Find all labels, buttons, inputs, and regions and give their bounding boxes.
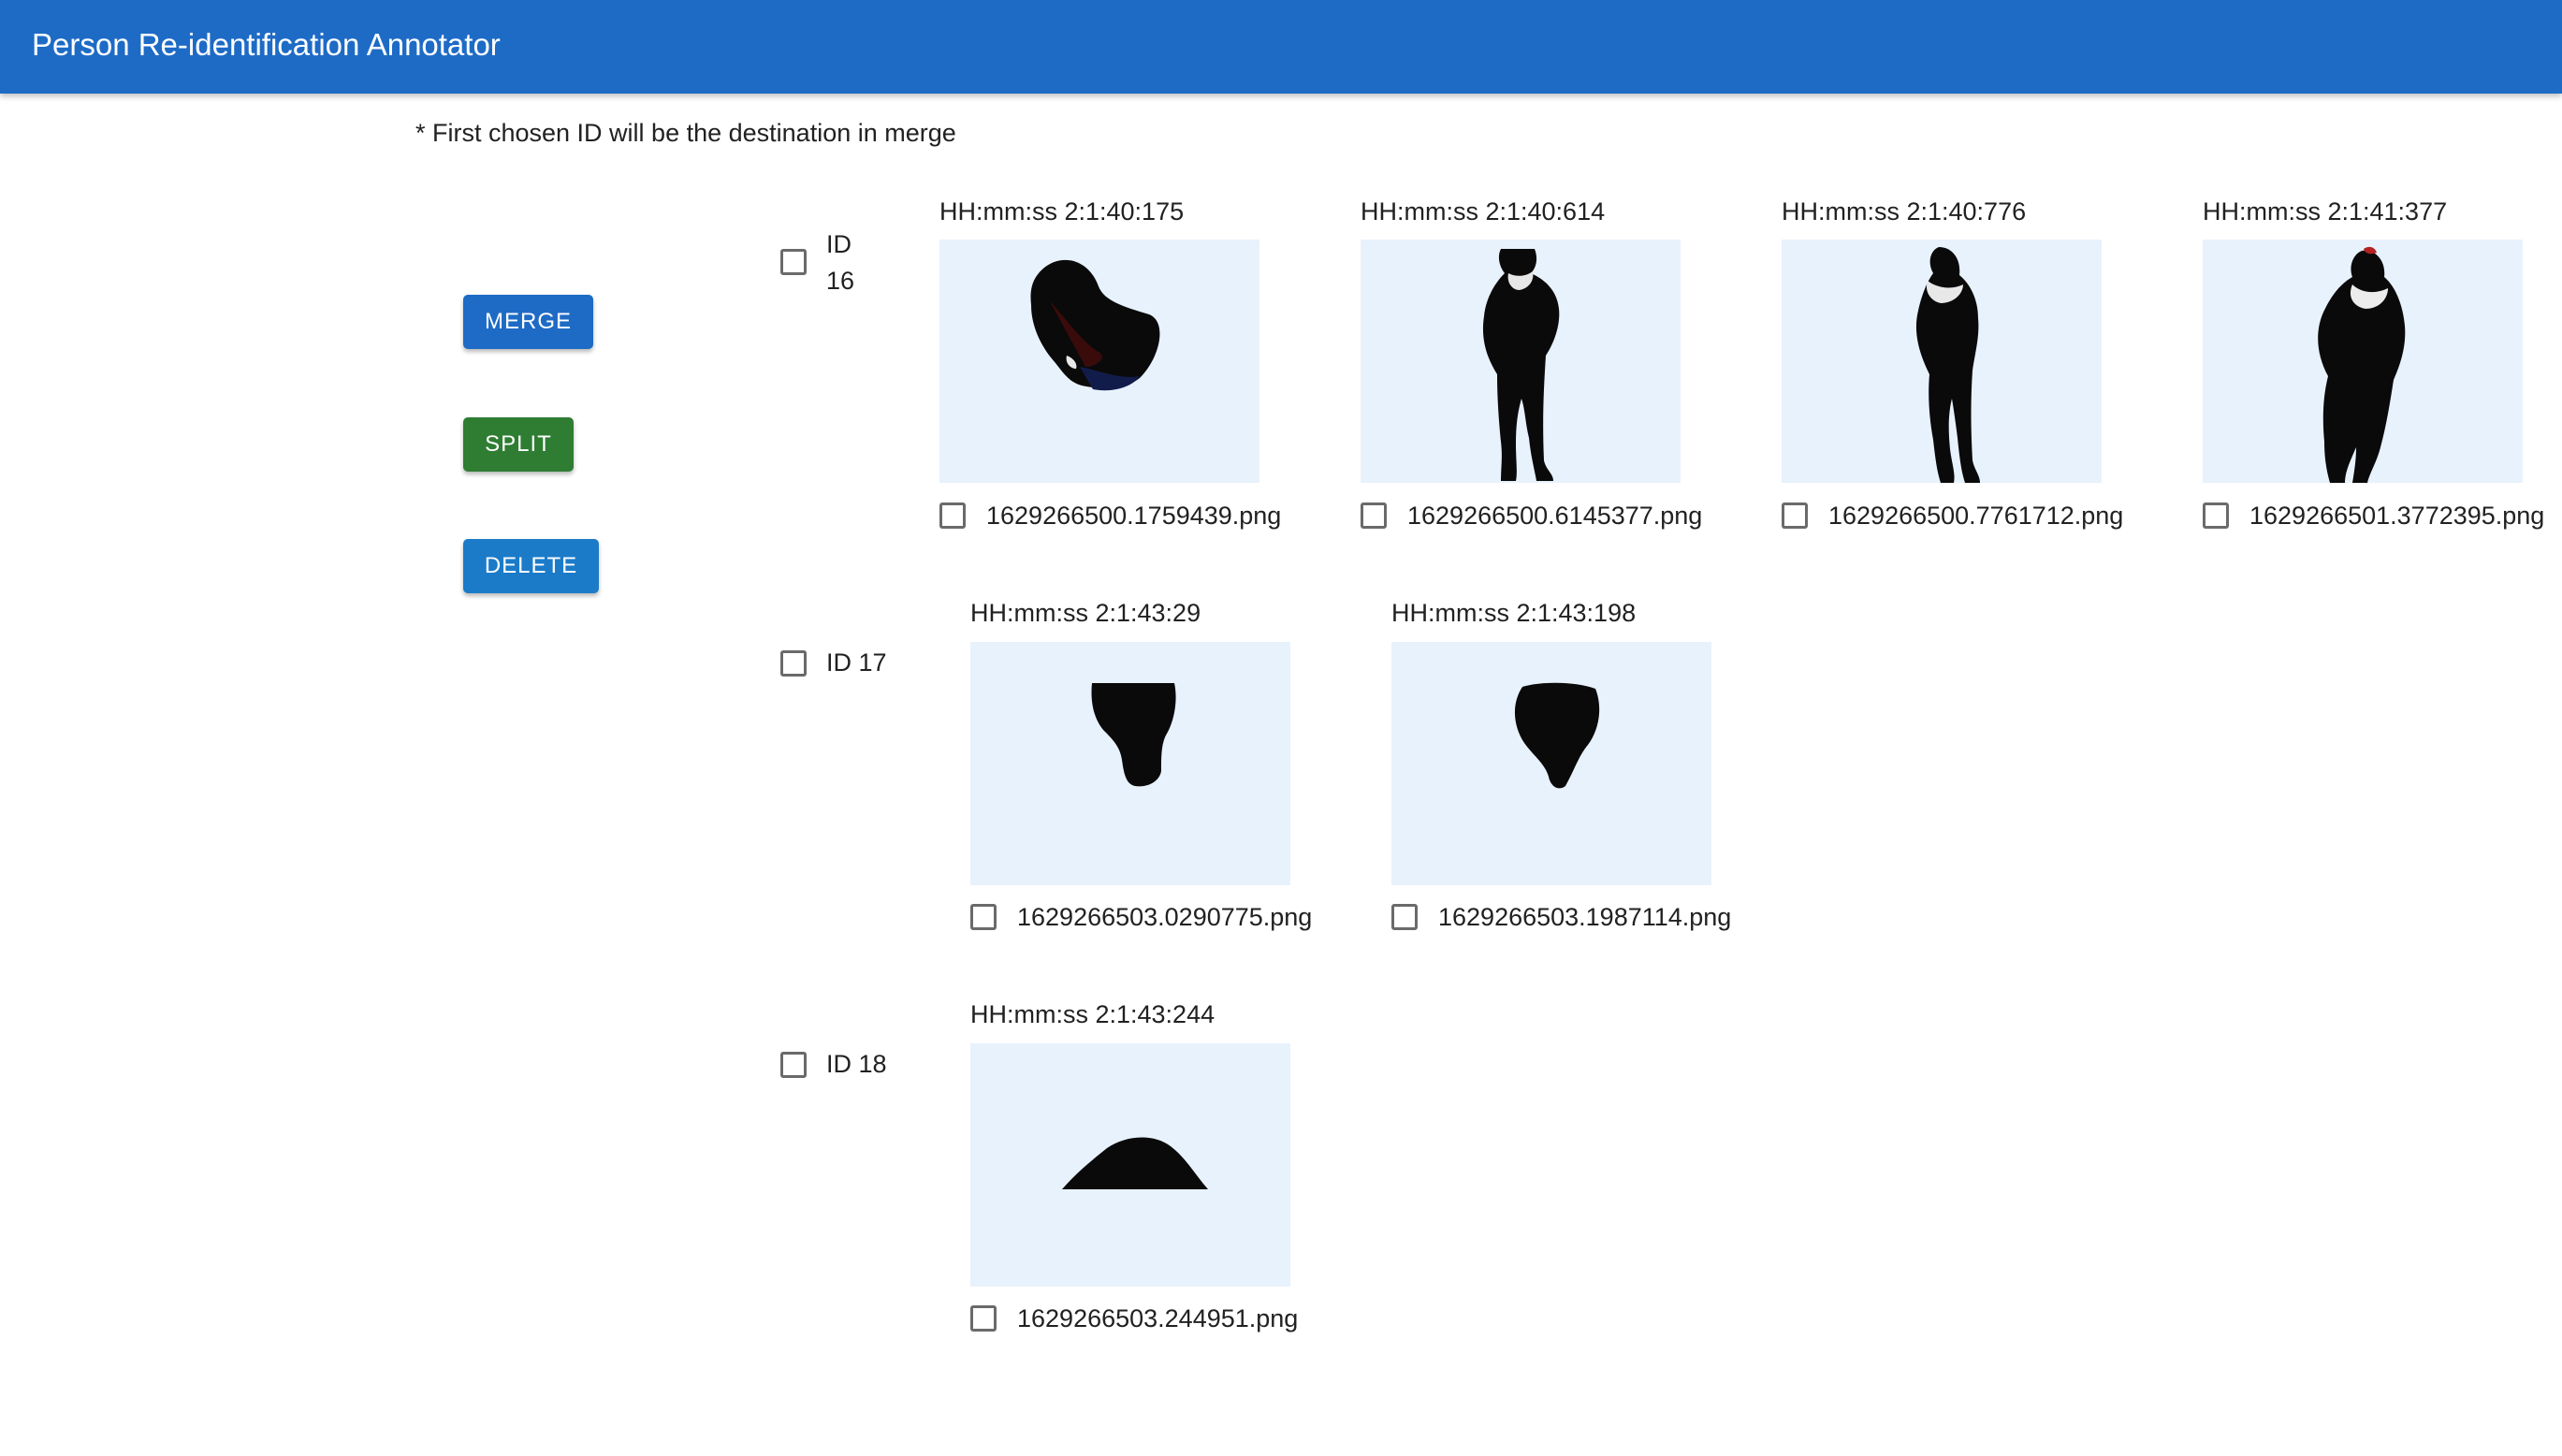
image-timestamp: HH:mm:ss 2:1:43:29 (970, 599, 1201, 627)
merge-button[interactable]: MERGE (463, 295, 593, 349)
image-filename: 1629266500.1759439.png (986, 502, 1282, 530)
image-timestamp: HH:mm:ss 2:1:43:244 (970, 1000, 1215, 1028)
id-17-checkbox[interactable] (780, 650, 807, 677)
image-filename: 1629266501.3772395.png (2249, 502, 2545, 530)
image-checkbox[interactable] (2203, 502, 2229, 529)
image-filename: 1629266500.7761712.png (1828, 502, 2124, 530)
image-timestamp: HH:mm:ss 2:1:43:198 (1391, 599, 1637, 627)
split-button[interactable]: SPLIT (463, 417, 574, 472)
person-crop-thumbnail[interactable] (2203, 240, 2523, 483)
image-timestamp: HH:mm:ss 2:1:41:377 (2203, 197, 2448, 226)
id-18-checkbox[interactable] (780, 1052, 807, 1078)
app-title: Person Re-identification Annotator (32, 27, 501, 62)
id-16-label-word: ID (826, 230, 852, 258)
image-checkbox[interactable] (1361, 502, 1387, 529)
person-crop-thumbnail[interactable] (970, 642, 1290, 885)
standing-person-silhouette (2318, 246, 2406, 483)
person-crop-thumbnail[interactable] (1361, 240, 1681, 483)
person-crop-thumbnail[interactable] (1391, 642, 1711, 885)
image-checkbox[interactable] (970, 904, 997, 930)
image-checkbox[interactable] (1782, 502, 1808, 529)
app-bar: Person Re-identification Annotator (0, 0, 2562, 94)
image-timestamp: HH:mm:ss 2:1:40:776 (1782, 197, 2027, 226)
torso-fragment-silhouette (1091, 683, 1176, 787)
delete-button[interactable]: DELETE (463, 539, 599, 593)
image-checkbox[interactable] (970, 1305, 997, 1332)
image-timestamp: HH:mm:ss 2:1:40:175 (939, 197, 1185, 226)
crouched-figure-silhouette (1030, 259, 1160, 391)
person-crop-thumbnail[interactable] (1782, 240, 2102, 483)
image-filename: 1629266500.6145377.png (1407, 502, 1703, 530)
person-crop-thumbnail[interactable] (970, 1043, 1290, 1287)
id-18-label: ID 18 (826, 1050, 887, 1078)
dome-fragment-silhouette (1062, 1137, 1208, 1189)
image-filename: 1629266503.0290775.png (1017, 903, 1313, 931)
merge-note: * First chosen ID will be the destinatio… (415, 119, 956, 147)
person-crop-thumbnail[interactable] (939, 240, 1259, 483)
standing-person-silhouette (1482, 249, 1560, 481)
id-16-label: ID 16 (826, 226, 864, 299)
image-checkbox[interactable] (1391, 904, 1418, 930)
id-17-label: ID 17 (826, 648, 887, 677)
torso-fragment-silhouette (1514, 682, 1600, 789)
id-16-label-number: 16 (826, 267, 855, 295)
standing-person-silhouette (1915, 247, 1980, 483)
image-filename: 1629266503.1987114.png (1438, 903, 1732, 931)
image-checkbox[interactable] (939, 502, 966, 529)
image-timestamp: HH:mm:ss 2:1:40:614 (1361, 197, 1606, 226)
image-filename: 1629266503.244951.png (1017, 1304, 1299, 1332)
id-16-checkbox[interactable] (780, 249, 807, 275)
